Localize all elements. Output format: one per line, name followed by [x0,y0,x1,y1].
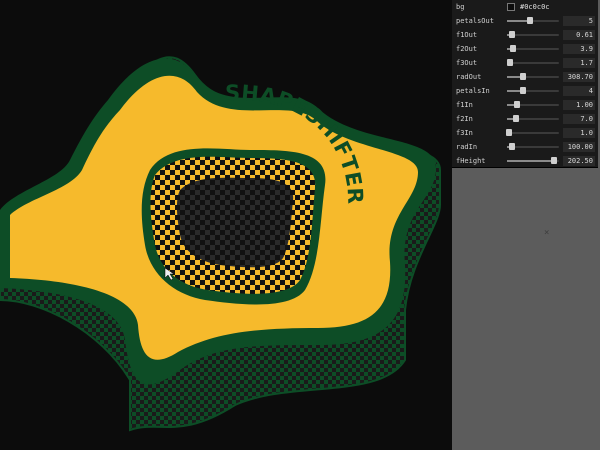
slider-handle[interactable] [506,59,513,66]
slider-handle[interactable] [514,101,521,108]
slider-f3out[interactable]: f3Out 1.7 [452,56,598,70]
slider-track[interactable] [507,115,559,122]
slider-label: f3In [456,129,473,137]
canvas-viewport[interactable]: SHAPESHIFTER [0,0,452,450]
slider-value-input[interactable]: 100.00 [563,142,595,152]
slider-handle[interactable] [527,17,534,24]
slider-f2out[interactable]: f2Out 3.9 [452,42,598,56]
slider-track[interactable] [507,101,559,108]
slider-radin[interactable]: radIn 100.00 [452,140,598,154]
slider-label: radOut [456,73,482,81]
slider-f1in[interactable]: f1In 1.00 [452,98,598,112]
slider-f1out[interactable]: f1Out 0.61 [452,28,598,42]
slider-label: radIn [456,143,478,151]
slider-value-input[interactable]: 308.70 [563,72,595,82]
inner-hole [176,177,294,268]
slider-track[interactable] [507,157,559,164]
slider-handle[interactable] [509,143,516,150]
slider-handle[interactable] [550,157,557,164]
slider-radout[interactable]: radOut 308.70 [452,70,598,84]
slider-track[interactable] [507,87,559,94]
slider-fill [507,160,554,162]
slider-label: petalsOut [456,17,494,25]
slider-label: petalsIn [456,87,490,95]
slider-track[interactable] [507,143,559,150]
slider-f3in[interactable]: f3In 1.0 [452,126,598,140]
slider-track[interactable] [507,73,559,80]
faint-mark: × [544,228,550,238]
bg-color-control[interactable]: bg #0c0c0c [452,0,598,14]
color-swatch[interactable] [507,3,515,11]
slider-value-input[interactable]: 3.9 [563,44,595,54]
slider-value-input[interactable]: 5 [563,16,595,26]
slider-label: f3Out [456,59,478,67]
slider-handle[interactable] [519,87,526,94]
slider-track[interactable] [507,17,559,24]
shapeshifter-3d-scene[interactable]: SHAPESHIFTER [0,0,452,450]
slider-handle[interactable] [510,45,517,52]
slider-track[interactable] [506,59,559,66]
slider-petalsin[interactable]: petalsIn 4 [452,84,598,98]
slider-label: f2Out [456,45,478,53]
slider-value-input[interactable]: 0.61 [563,30,595,40]
slider-handle[interactable] [513,115,520,122]
bg-label: bg [456,3,465,11]
slider-petalsout[interactable]: petalsOut 5 [452,14,598,28]
slider-label: f1Out [456,31,478,39]
gui-panel: bg #0c0c0c petalsOut 5 f1Out 0.61 f2Out 3.9 f3… [452,0,598,168]
slider-value-input[interactable]: 1.0 [563,128,595,138]
slider-label: fHeight [456,157,486,165]
slider-track[interactable] [505,129,559,136]
slider-value-input[interactable]: 202.50 [563,156,595,166]
slider-fheight[interactable]: fHeight 202.50 [452,154,598,168]
slider-value-input[interactable]: 1.7 [563,58,595,68]
slider-f2in[interactable]: f2In 7.0 [452,112,598,126]
bg-value[interactable]: #0c0c0c [520,3,550,11]
slider-track[interactable] [507,45,559,52]
slider-handle[interactable] [509,31,516,38]
slider-handle[interactable] [519,73,526,80]
slider-value-input[interactable]: 1.00 [563,100,595,110]
slider-controls: petalsOut 5 f1Out 0.61 f2Out 3.9 f3Out 1.7 radOu… [452,14,598,168]
slider-value-input[interactable]: 4 [563,86,595,96]
slider-value-input[interactable]: 7.0 [563,114,595,124]
slider-handle[interactable] [505,129,512,136]
slider-track[interactable] [507,31,559,38]
slider-label: f2In [456,115,473,123]
slider-label: f1In [456,101,473,109]
